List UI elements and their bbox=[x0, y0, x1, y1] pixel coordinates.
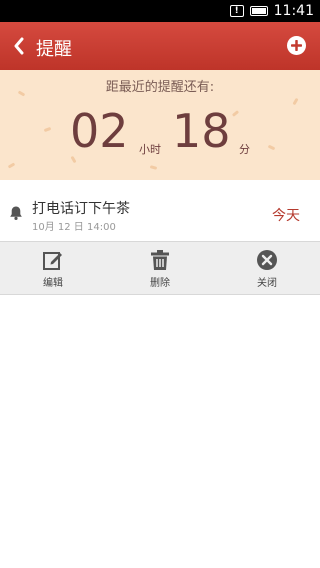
minutes-value: 18 bbox=[172, 104, 231, 158]
decor-leaf bbox=[7, 162, 16, 169]
plus-icon bbox=[291, 40, 302, 51]
decor-leaf bbox=[43, 126, 52, 133]
countdown-label: 距最近的提醒还有: bbox=[105, 80, 215, 95]
countdown-panel: 距最近的提醒还有: 02 小时 18 分 bbox=[0, 70, 320, 180]
battery-icon bbox=[249, 6, 268, 16]
reminder-day: 今天 bbox=[272, 208, 300, 224]
close-button[interactable]: 关闭 bbox=[214, 242, 320, 294]
bell-icon bbox=[10, 206, 22, 220]
decor-leaf bbox=[267, 144, 276, 151]
reminder-title: 打电话订下午茶 bbox=[32, 201, 130, 217]
hours-unit: 小时 bbox=[139, 143, 161, 156]
app-bar: 提醒 bbox=[0, 22, 320, 70]
edit-icon bbox=[43, 252, 62, 270]
decor-leaf bbox=[292, 97, 299, 106]
hours-value: 02 bbox=[70, 104, 129, 158]
action-bar: 编辑 删除 关闭 bbox=[0, 241, 320, 295]
reminder-item[interactable]: 打电话订下午茶 10月 12 日 14:00 今天 bbox=[0, 181, 320, 241]
delete-button[interactable]: 删除 bbox=[107, 242, 213, 294]
add-reminder-button[interactable] bbox=[287, 36, 306, 55]
status-icons: ! 11:41 bbox=[229, 3, 314, 19]
close-label: 关闭 bbox=[257, 278, 277, 289]
back-button[interactable] bbox=[8, 34, 30, 58]
status-bar: ! 11:41 bbox=[0, 0, 320, 22]
decor-leaf bbox=[231, 110, 240, 117]
notification-glyph: ! bbox=[234, 6, 239, 16]
chevron-left-icon bbox=[14, 37, 24, 55]
page-title: 提醒 bbox=[36, 39, 72, 60]
status-time: 11:41 bbox=[273, 3, 314, 19]
close-circle-icon bbox=[257, 250, 277, 270]
notification-icon: ! bbox=[229, 5, 244, 17]
edit-button[interactable]: 编辑 bbox=[0, 242, 106, 294]
trash-icon bbox=[151, 250, 169, 270]
delete-label: 删除 bbox=[150, 278, 170, 289]
minutes-unit: 分 bbox=[239, 143, 250, 156]
reminder-datetime: 10月 12 日 14:00 bbox=[32, 222, 116, 233]
decor-leaf bbox=[149, 165, 158, 170]
edit-label: 编辑 bbox=[43, 278, 63, 289]
